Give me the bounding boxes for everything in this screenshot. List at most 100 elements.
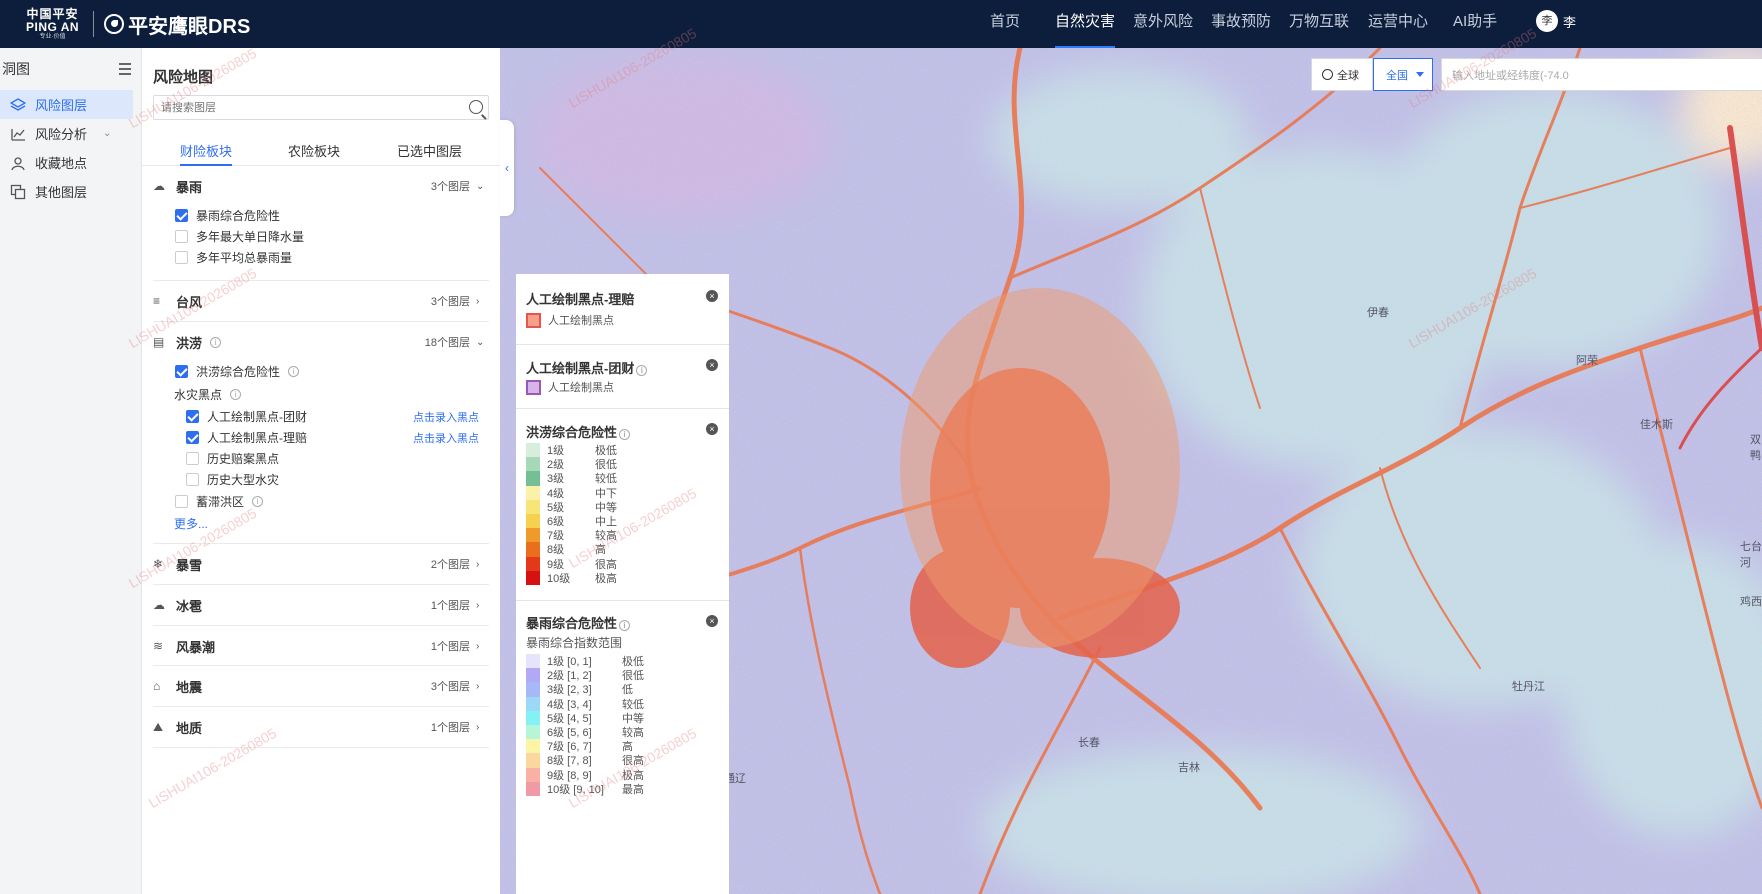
info-icon[interactable]: i: [252, 495, 264, 507]
layer-checkbox[interactable]: [175, 229, 188, 243]
legend-level: 10级: [547, 572, 571, 585]
layer-count: 18个图层: [424, 337, 470, 349]
legend-row: 10级 [9, 10] 最高: [526, 781, 644, 796]
panel-tabs: 财险板块 农险板块 已选中图层: [142, 136, 500, 166]
info-icon[interactable]: i: [636, 365, 648, 376]
info-icon[interactable]: i: [619, 429, 631, 440]
legend-swatch: [526, 710, 540, 725]
legend-title-text: 人工绘制黑点-团财: [526, 361, 635, 376]
layer-row[interactable]: 人工绘制黑点-理赔: [186, 427, 307, 447]
nav-iot[interactable]: 万物互联: [1289, 0, 1349, 48]
info-icon[interactable]: i: [230, 388, 242, 400]
legend-swatch: [526, 781, 540, 796]
close-icon[interactable]: ×: [706, 359, 718, 371]
legend-swatch: [526, 312, 541, 328]
nav-accident-risk[interactable]: 意外风险: [1133, 0, 1193, 48]
chevron-right-icon: ›: [476, 721, 480, 733]
group-header-storm-surge[interactable]: ≋ 风暴潮 1个图层 ›: [142, 626, 500, 666]
legend-row: 7级 [6, 7] 高: [526, 739, 633, 754]
legend-row: 6级 中上: [526, 514, 617, 529]
group-header-hail[interactable]: ☁ 冰雹 1个图层 ›: [142, 585, 500, 625]
legend-row: 2级 [1, 2] 很低: [526, 668, 644, 683]
nav-operations-center[interactable]: 运营中心: [1368, 0, 1428, 48]
legend-swatch: [526, 556, 540, 571]
group-header-earthquake[interactable]: ⌂ 地震 3个图层 ›: [142, 666, 500, 706]
layer-group-snowstorm: ❄ 暴雪 2个图层 ›: [142, 544, 500, 584]
info-icon[interactable]: i: [210, 336, 222, 348]
layer-checkbox[interactable]: [175, 208, 188, 222]
search-icon[interactable]: [469, 100, 483, 114]
legend-label: 人工绘制黑点: [548, 382, 614, 394]
info-icon[interactable]: i: [288, 365, 300, 377]
layer-group-flood: ▤ 洪涝 i 18个图层 ⌄: [142, 322, 500, 362]
layer-row[interactable]: 历史赔案黑点: [186, 448, 279, 468]
place-label: 阿荣: [1576, 355, 1598, 367]
tab-agricultural-insurance[interactable]: 农险板块: [288, 141, 340, 166]
layer-checkbox[interactable]: [186, 430, 199, 444]
legend-swatch: [526, 499, 540, 514]
layer-row[interactable]: 人工绘制黑点-团财: [186, 406, 307, 426]
layer-checkbox[interactable]: [186, 472, 199, 486]
sidebar-item-risk-analysis[interactable]: 风险分析 ⌄: [0, 119, 141, 148]
close-icon[interactable]: ×: [706, 423, 718, 435]
place-label: 佳木斯: [1640, 419, 1673, 431]
close-icon[interactable]: ×: [706, 615, 718, 627]
more-layers-link[interactable]: 更多...: [174, 515, 208, 532]
legend-row: 10级 极高: [526, 570, 617, 585]
group-name: 台风: [176, 294, 203, 310]
collapse-panel-button[interactable]: ‹: [500, 120, 514, 216]
tab-property-insurance[interactable]: 财险板块: [180, 141, 233, 166]
group-header-rainstorm[interactable]: ☁ 暴雨 3个图层 ⌄: [142, 166, 500, 206]
group-header-snowstorm[interactable]: ❄ 暴雪 2个图层 ›: [142, 544, 500, 584]
enter-blackspot-link[interactable]: 点击录入黑点: [413, 430, 479, 446]
chevron-down-icon: ⌄: [476, 336, 485, 348]
nav-home[interactable]: 首页: [990, 0, 1020, 48]
panel-title: 风险地图: [153, 69, 214, 86]
address-search-input[interactable]: 输入地址或经纬度(-74.0: [1441, 58, 1762, 91]
group-header-typhoon[interactable]: ≡ 台风 3个图层 ›: [142, 281, 500, 321]
layer-row[interactable]: 洪涝综合危险性 i: [175, 361, 300, 381]
brand[interactable]: 中国平安 PING AN 专业·价值 平安鹰眼DRS: [0, 0, 250, 48]
legend-swatch: [526, 739, 540, 754]
group-header-geology[interactable]: ⛰ 地质 1个图层 ›: [142, 707, 500, 747]
layer-row[interactable]: 蓄滞洪区 i: [175, 491, 264, 511]
collapse-sidebar-icon[interactable]: [115, 62, 131, 76]
layer-search-input[interactable]: [154, 96, 454, 119]
nav-natural-disaster[interactable]: 自然灾害: [1055, 0, 1116, 48]
group-header-flood[interactable]: ▤ 洪涝 i 18个图层 ⌄: [142, 322, 500, 362]
layer-row[interactable]: 多年最大单日降水量: [175, 226, 304, 246]
flood-icon: ▤: [153, 335, 165, 349]
legend-row: 4级 中下: [526, 485, 617, 500]
layer-checkbox[interactable]: [186, 409, 199, 423]
info-icon[interactable]: i: [619, 620, 631, 631]
chart-icon: [10, 126, 26, 142]
sidebar-item-risk-layers[interactable]: 风险图层: [0, 90, 133, 119]
layer-checkbox[interactable]: [175, 494, 188, 508]
legend-swatch: [526, 696, 540, 711]
sidebar-header: 洞图: [0, 48, 141, 90]
nav-accident-prevention[interactable]: 事故预防: [1211, 0, 1271, 48]
legend-item: 人工绘制黑点: [526, 379, 614, 395]
place-label: 长春: [1078, 737, 1100, 749]
user-avatar[interactable]: 李: [1536, 10, 1558, 32]
global-scope-button[interactable]: 全球: [1311, 58, 1373, 91]
layer-checkbox[interactable]: [175, 250, 188, 264]
layer-row[interactable]: 暴雨综合危险性: [175, 205, 280, 225]
region-select[interactable]: 全国: [1373, 58, 1433, 91]
sidebar-item-other-layers[interactable]: 其他图层: [0, 177, 141, 206]
legend-swatch: [526, 570, 540, 585]
layer-row[interactable]: 多年平均总暴雨量: [175, 247, 292, 267]
layer-row[interactable]: 历史大型水灾: [186, 469, 279, 489]
brand-divider: [93, 11, 95, 37]
group-name: 洪涝: [176, 335, 203, 351]
tab-selected-layers[interactable]: 已选中图层: [397, 141, 462, 166]
nav-ai-assistant[interactable]: AI助手: [1453, 0, 1497, 48]
layer-checkbox[interactable]: [175, 364, 188, 378]
layer-group-storm-surge: ≋ 风暴潮 1个图层 ›: [142, 626, 500, 666]
sidebar-item-saved-locations[interactable]: 收藏地点: [0, 148, 141, 177]
close-icon[interactable]: ×: [706, 290, 718, 302]
layer-group-earthquake: ⌂ 地震 3个图层 ›: [142, 666, 500, 706]
user-name[interactable]: 李: [1563, 12, 1576, 31]
enter-blackspot-link[interactable]: 点击录入黑点: [413, 409, 479, 425]
layer-checkbox[interactable]: [186, 451, 199, 465]
